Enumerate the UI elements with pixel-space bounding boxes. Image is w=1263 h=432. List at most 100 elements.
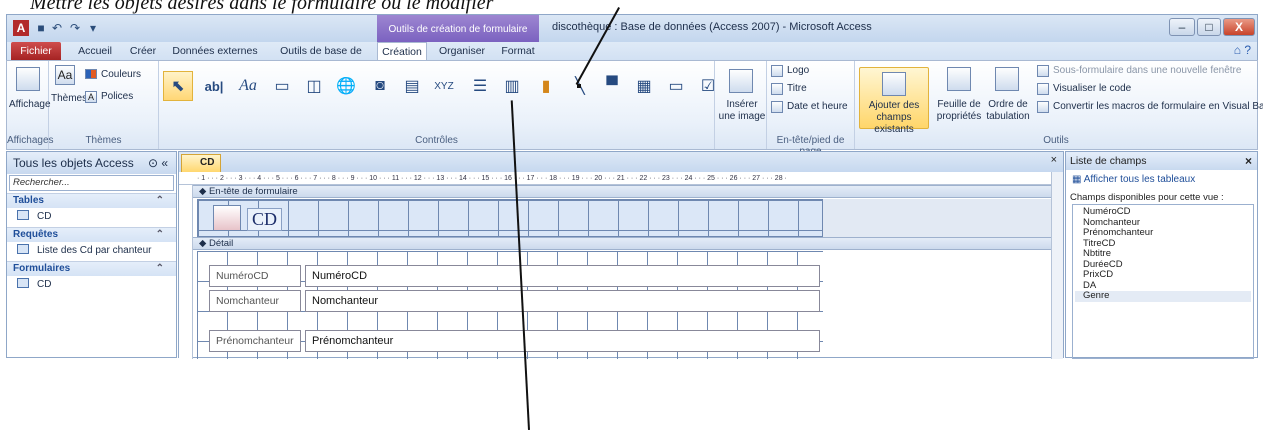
button-control-icon[interactable]: ▭ <box>267 71 297 101</box>
themes-button[interactable]: Thèmes <box>51 93 87 105</box>
nav-item-table-cd[interactable]: CD <box>17 209 51 224</box>
window-title: discothèque : Base de données (Access 20… <box>552 21 872 33</box>
insert-image-button[interactable]: Insérer une image <box>717 99 767 123</box>
tab-database-tools[interactable]: Outils de base de données <box>267 42 375 75</box>
label-nomchanteur[interactable]: Nomchanteur <box>209 290 301 312</box>
listbox-control-icon[interactable]: ▦ <box>629 71 659 101</box>
close-icon[interactable]: × <box>1245 152 1252 170</box>
label-numerocd[interactable]: NuméroCD <box>209 265 301 287</box>
toggle-button-icon[interactable]: ▀ <box>597 71 627 101</box>
property-sheet-icon[interactable] <box>947 67 971 91</box>
nav-item-form-cd[interactable]: CD <box>17 277 51 292</box>
group-controls: ⬉ ab| Aa ▭ ◫ 🌐 ◙ ▤ XYZ ☰ ▥ ▮ ╲ ▀ ▦ ▭ ☑ C… <box>159 61 715 149</box>
convert-macros-button[interactable]: Convertir les macros de formulaire en Vi… <box>1053 101 1263 113</box>
title-button[interactable]: Titre <box>787 83 807 95</box>
tab-order-icon[interactable] <box>995 67 1019 91</box>
tab-format[interactable]: Format <box>495 42 541 60</box>
section-header-bar[interactable]: ◆ En-tête de formulaire <box>193 185 1063 198</box>
table-icon <box>17 210 29 220</box>
form-logo-icon[interactable] <box>213 205 241 231</box>
maximize-button[interactable]: □ <box>1197 18 1221 36</box>
add-fields-icon <box>882 72 906 96</box>
label-control-icon[interactable]: Aa <box>233 71 263 101</box>
group-themes: Aa Thèmes Couleurs A Polices Thèmes <box>49 61 159 149</box>
tab-arrange[interactable]: Organiser <box>431 42 493 60</box>
show-all-tables-link[interactable]: ▦ Afficher tous les tableaux <box>1072 174 1195 185</box>
field-nomchanteur[interactable]: Nomchanteur <box>305 290 820 312</box>
hyperlink-control-icon[interactable]: 🌐 <box>331 71 361 101</box>
nav-group-queries[interactable]: Requêtes ⌃ <box>7 227 176 242</box>
datetime-button[interactable]: Date et heure <box>787 101 848 113</box>
form-view-icon[interactable] <box>16 67 40 91</box>
document-tab-cd[interactable]: CD <box>181 154 221 172</box>
form-title[interactable]: CD <box>247 208 283 231</box>
logo-icon[interactable] <box>771 65 783 77</box>
navigation-control-icon[interactable]: ▤ <box>397 71 427 101</box>
list-item[interactable]: NuméroCD <box>1083 206 1131 218</box>
nav-search-input[interactable]: Rechercher... <box>9 175 174 191</box>
colors-icon[interactable] <box>85 69 97 79</box>
section-detail-bar[interactable]: ◆ Détail <box>193 237 1063 250</box>
chart-control-icon[interactable]: ▮ <box>531 71 561 101</box>
collapse-pane-icon[interactable]: ⊙ « <box>148 152 168 174</box>
list-item[interactable]: Genre <box>1075 290 1251 302</box>
close-button[interactable]: X <box>1223 18 1255 36</box>
form-design-area: CD × · 1 · · · 2 · · · 3 · · · 4 · · · 5… <box>178 151 1064 359</box>
view-code-button[interactable]: Visualiser le code <box>1053 83 1131 95</box>
undo-icon[interactable]: ↶ <box>49 20 65 36</box>
list-item[interactable]: PrixCD <box>1083 269 1113 281</box>
datetime-icon[interactable] <box>771 101 783 113</box>
web-browser-control-icon[interactable]: ◙ <box>365 71 395 101</box>
customize-qat-icon[interactable]: ▾ <box>85 20 101 36</box>
arrow-head <box>577 84 581 88</box>
fonts-icon[interactable]: A <box>85 91 97 103</box>
minimize-button[interactable]: – <box>1169 18 1195 36</box>
subform-icon[interactable] <box>1037 65 1049 77</box>
form-icon <box>17 278 29 288</box>
page-break-icon[interactable]: ☰ <box>465 71 495 101</box>
tab-create[interactable]: Créer <box>123 42 163 60</box>
nav-pane-title: Tous les objets Access <box>13 156 134 170</box>
view-button[interactable]: Affichage <box>9 99 51 111</box>
colors-button[interactable]: Couleurs <box>101 69 141 81</box>
view-code-icon[interactable] <box>1037 83 1049 95</box>
list-item[interactable]: Nbtitre <box>1083 248 1111 260</box>
property-sheet-button[interactable]: Feuille de propriétés <box>933 99 985 123</box>
logo-button[interactable]: Logo <box>787 65 809 77</box>
form-header-section[interactable] <box>197 199 823 237</box>
subform-button[interactable]: Sous-formulaire dans une nouvelle fenêtr… <box>1053 65 1241 77</box>
add-fields-label: Ajouter des champs existants <box>868 100 920 135</box>
close-document-icon[interactable]: × <box>1051 154 1057 166</box>
tab-control-icon[interactable]: ◫ <box>299 71 329 101</box>
tab-design[interactable]: Création <box>377 42 427 60</box>
redo-icon[interactable]: ↷ <box>67 20 83 36</box>
themes-icon[interactable]: Aa <box>55 65 75 85</box>
convert-macros-icon[interactable] <box>1037 101 1049 113</box>
nav-group-forms[interactable]: Formulaires ⌃ <box>7 261 176 276</box>
fonts-button[interactable]: Polices <box>101 91 133 103</box>
tab-home[interactable]: Accueil <box>67 42 123 60</box>
nav-pane-header[interactable]: Tous les objets Access ⊙ « <box>7 152 176 174</box>
vertical-scrollbar[interactable] <box>1051 172 1063 359</box>
title-icon[interactable] <box>771 83 783 95</box>
help-icon[interactable]: ⌂ ? <box>1234 43 1251 57</box>
option-group-icon[interactable]: XYZ <box>429 71 459 101</box>
rectangle-control-icon[interactable]: ▭ <box>661 71 691 101</box>
add-existing-fields-button[interactable]: Ajouter des champs existants <box>859 67 929 135</box>
field-numerocd[interactable]: NuméroCD <box>305 265 820 287</box>
label-prenomchanteur[interactable]: Prénomchanteur <box>209 330 301 352</box>
field-prenomchanteur[interactable]: Prénomchanteur <box>305 330 820 352</box>
textbox-control-icon[interactable]: ab| <box>199 71 229 101</box>
save-icon[interactable]: ■ <box>33 20 49 36</box>
select-tool-icon[interactable]: ⬉ <box>163 71 193 101</box>
insert-image-icon[interactable] <box>729 69 753 93</box>
combobox-control-icon[interactable]: ▥ <box>497 71 527 101</box>
nav-item-query-list[interactable]: Liste des Cd par chanteur <box>17 243 152 258</box>
chevron-up-icon: ⌃ <box>155 229 164 240</box>
horizontal-ruler: · 1 · · · 2 · · · 3 · · · 4 · · · 5 · · … <box>179 172 1063 185</box>
tab-order-button[interactable]: Ordre de tabulation <box>985 99 1031 123</box>
tab-external-data[interactable]: Données externes <box>165 42 265 60</box>
nav-group-tables[interactable]: Tables ⌃ <box>7 193 176 208</box>
list-item[interactable]: Prénomchanteur <box>1083 227 1153 239</box>
tab-file[interactable]: Fichier <box>11 42 61 60</box>
